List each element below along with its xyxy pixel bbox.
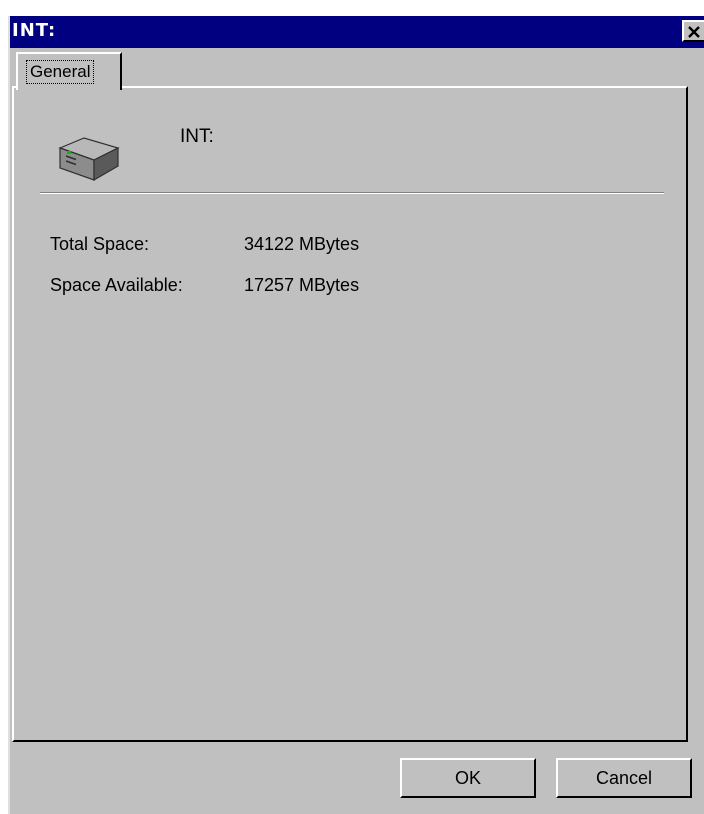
title-bar[interactable]: INT: [10,16,704,48]
total-space-label: Total Space: [50,234,150,254]
separator [40,192,664,194]
cancel-button[interactable]: Cancel [556,758,692,798]
space-available-value: 17257 MBytes [244,275,360,295]
tab-general-label: General [26,60,95,84]
total-space-value: 34122 MBytes [244,234,360,254]
ok-button[interactable]: OK [400,758,536,798]
window-title: INT: [12,20,57,41]
drive-name: INT: [180,126,214,147]
close-icon [688,26,700,38]
space-available-label: Space Available: [50,275,183,295]
close-button[interactable] [682,20,704,42]
tab-general[interactable]: General [16,52,122,90]
hard-drive-icon [54,124,124,189]
